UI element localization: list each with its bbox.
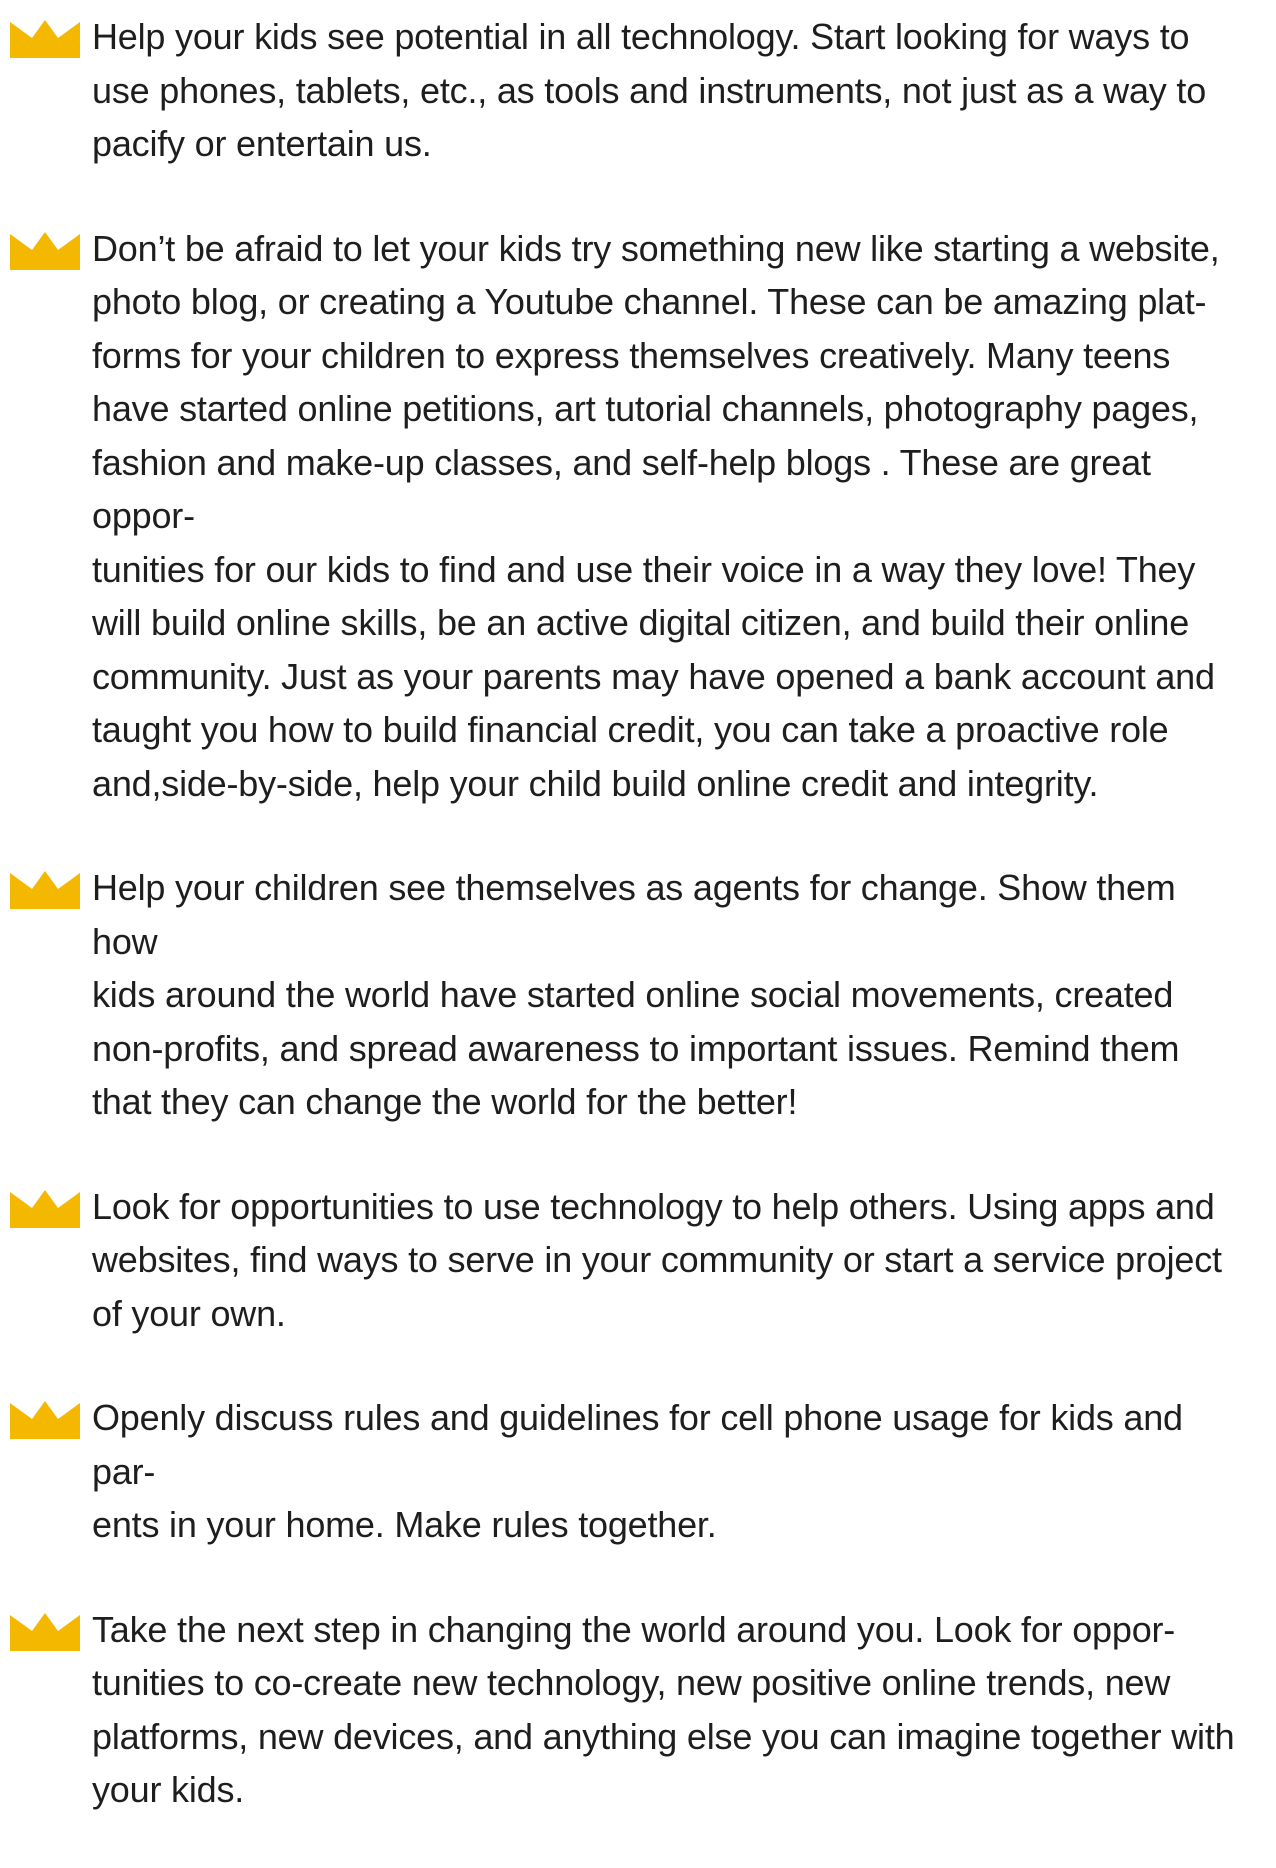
tip-line: Help your children see themselves as age… [92, 867, 1176, 962]
tip-line: Don’t be afraid to let your kids try som… [92, 227, 1220, 269]
tips-list: Help your kids see potential in all tech… [0, 10, 1276, 1868]
crown-icon [8, 18, 82, 60]
tip-line: non-profits, and spread awareness to imp… [92, 1027, 1180, 1069]
tip-line: platforms, new devices, and anything els… [92, 1715, 1235, 1757]
tip-line: tunities for our kids to find and use th… [92, 548, 1196, 590]
tip-line: and,side-by-side, help your child build … [92, 762, 1099, 804]
tip-line: photo blog, or creating a Youtube channe… [92, 281, 1207, 322]
tip-text: Help your kids see potential in all tech… [92, 10, 1242, 171]
crown-icon [8, 1611, 82, 1653]
crown-icon [8, 230, 82, 272]
tip-line: of your own. [92, 1292, 286, 1334]
tip-line: use phones, tablets, etc., as tools and … [92, 69, 1207, 111]
crown-icon [8, 1399, 82, 1441]
tip-line: your kids. [92, 1769, 245, 1810]
tip-text: Take the next step in changing the world… [92, 1603, 1242, 1817]
tip-line: Openly discuss rules and guidelines for … [92, 1397, 1183, 1492]
tip-line: forms for your children to express thems… [92, 334, 1171, 376]
crown-icon [8, 1188, 82, 1230]
tip-text: Help your children see themselves as age… [92, 861, 1242, 1129]
tip-line: Help your kids see potential in all tech… [92, 16, 1190, 57]
tip-line: taught you how to build financial credit… [92, 709, 1169, 750]
tip-item-6: Take the next step in changing the world… [0, 1603, 1276, 1817]
tip-line: tunities to co-create new technology, ne… [92, 1662, 1171, 1703]
tip-line: websites, find ways to serve in your com… [92, 1239, 1222, 1280]
tip-text: Openly discuss rules and guidelines for … [92, 1391, 1242, 1552]
tip-line: kids around the world have started onlin… [92, 974, 1174, 1015]
tip-item-2: Don’t be afraid to let your kids try som… [0, 222, 1276, 811]
tip-text: Look for opportunities to use technology… [92, 1180, 1242, 1341]
tip-item-4: Look for opportunities to use technology… [0, 1180, 1276, 1341]
tip-item-1: Help your kids see potential in all tech… [0, 10, 1276, 171]
tip-line: community. Just as your parents may have… [92, 655, 1215, 697]
tip-item-3: Help your children see themselves as age… [0, 861, 1276, 1129]
tip-item-5: Openly discuss rules and guidelines for … [0, 1391, 1276, 1552]
crown-icon [8, 869, 82, 911]
tip-line: that they can change the world for the b… [92, 1081, 798, 1122]
tip-line: ents in your home. Make rules together. [92, 1504, 717, 1545]
tip-line: Look for opportunities to use technology… [92, 1185, 1215, 1227]
tip-line: fashion and make-up classes, and self-he… [92, 441, 1151, 537]
tip-line: will build online skills, be an active d… [92, 602, 1190, 643]
tip-line: have started online petitions, art tutor… [92, 388, 1199, 429]
tip-line: Take the next step in changing the world… [92, 1608, 1176, 1650]
tip-line: pacify or entertain us. [92, 123, 432, 164]
tip-text: Don’t be afraid to let your kids try som… [92, 222, 1242, 811]
